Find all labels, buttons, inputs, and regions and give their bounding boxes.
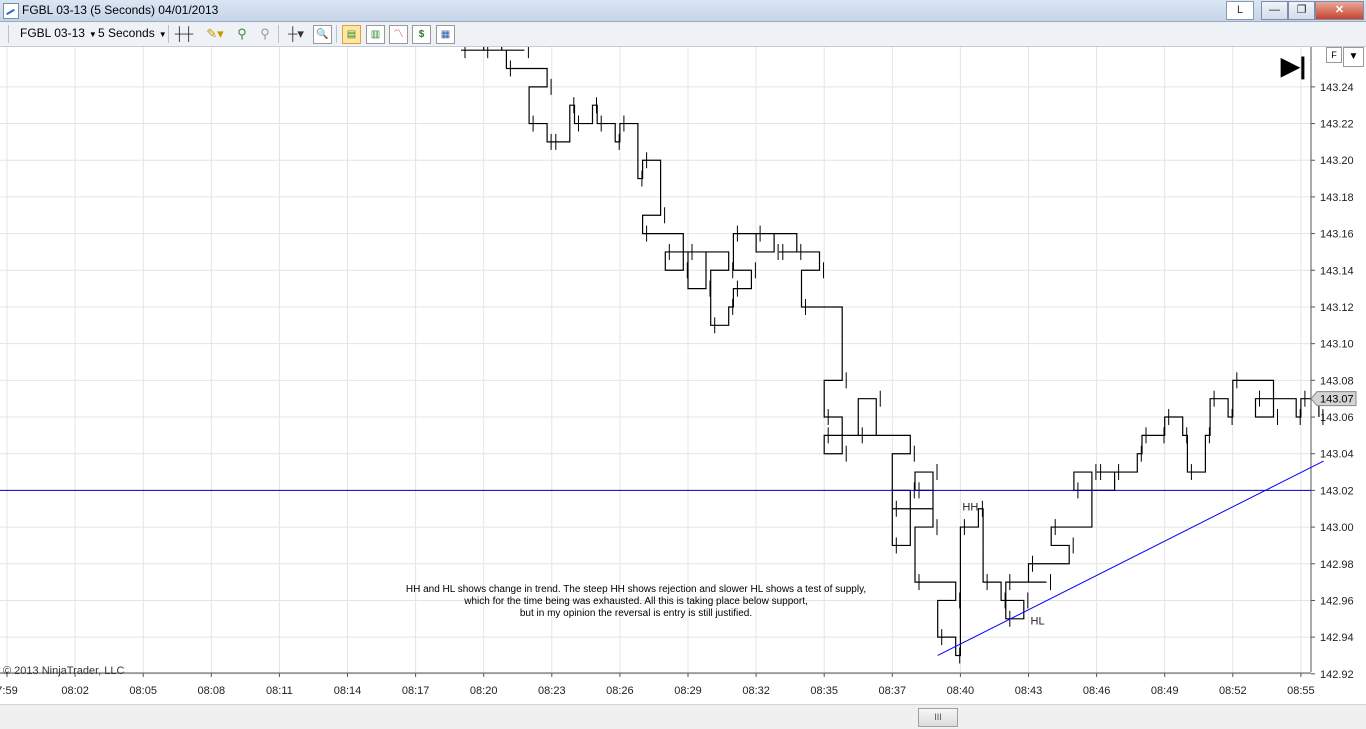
toolbar-grip [8,25,9,43]
indicators-icon[interactable]: 〽 [389,25,408,44]
window-title: FGBL 03-13 (5 Seconds) 04/01/2013 [22,3,219,17]
x-tick-label: 08:26 [606,685,634,697]
copyright-text: © 2013 NinjaTrader, LLC [3,665,124,677]
y-tick-label: 143.02 [1320,485,1354,497]
x-tick-label: 08:37 [879,685,907,697]
grid [0,47,1311,675]
x-tick-label: 08:11 [266,685,293,697]
y-tick-label: 143.00 [1320,522,1354,534]
x-tick-label: 08:14 [334,685,362,697]
x-tick-label: 08:29 [674,685,702,697]
drawing-objects[interactable] [0,460,1324,656]
x-tick-label: 08:20 [470,685,498,697]
toolbar-separator [168,25,169,43]
annotation-text: HH and HL shows change in trend. The ste… [406,584,866,619]
y-tick-label: 142.94 [1320,632,1354,644]
minimize-button[interactable]: — [1261,1,1288,20]
properties-icon[interactable]: ▦ [436,25,455,44]
last-price-label: 143.07 [1320,394,1354,406]
dollar-icon[interactable]: $ [412,25,431,44]
interval-label: 5 Seconds [98,26,155,40]
instrument-label: FGBL 03-13 [20,26,85,40]
zoom-out-icon[interactable]: ⚲ [257,25,273,42]
ninjatrader-app-icon [3,3,19,19]
toolbar-separator [278,25,279,43]
x-tick-label: 08:02 [61,685,89,697]
strategy-icon[interactable]: ▥ [366,25,385,44]
chevron-down-icon: ▼ [88,30,97,39]
y-tick-label: 143.18 [1320,192,1354,204]
drawing-pencil-icon[interactable]: ✎▾ [204,25,226,42]
x-tick-label: 08:23 [538,685,566,697]
y-tick-label: 143.20 [1320,155,1354,167]
chart-trader-icon[interactable]: ▤ [342,25,361,44]
bar-type-icon[interactable]: ┼┼ [174,25,194,42]
chart-toolbar: FGBL 03-13 ▼ 5 Seconds ▼ ┼┼ ✎▾ ⚲ ⚲ ┼▾ 🔍 ▤ … [0,22,1366,47]
window-title-bar[interactable]: FGBL 03-13 (5 Seconds) 04/01/2013 L — ❐ … [0,0,1366,22]
x-tick-label: 08:43 [1015,685,1043,697]
y-tick-label: 143.14 [1320,265,1354,277]
y-tick-label: 143.12 [1320,302,1354,314]
crosshair-icon[interactable]: ┼▾ [284,25,308,42]
f-button[interactable]: F [1326,47,1342,63]
x-tick-label: 08:40 [947,685,975,697]
last-price-marker: 143.07 [1310,391,1357,407]
chart-canvas[interactable]: 143.24 143.22 143.20 143.18 143.16 143.14 143.… [0,23,1366,703]
y-tick-label: 142.96 [1320,595,1354,607]
interval-selector[interactable]: 5 Seconds ▼ [98,26,167,40]
maximize-button[interactable]: ❐ [1288,1,1315,20]
x-tick-label: 08:46 [1083,685,1111,697]
jump-to-end-icon[interactable]: ▶| [1281,55,1306,79]
toolbar-separator [336,25,337,43]
y-tick-label: 142.92 [1320,669,1354,681]
y-tick-label: 143.08 [1320,375,1354,387]
x-tick-label: 08:05 [129,685,157,697]
annotation-line: which for the time being was exhausted. … [463,596,808,607]
horizontal-scrollbar[interactable]: III [0,704,1366,729]
y-tick-label: 142.98 [1320,559,1354,571]
close-button[interactable]: ✕ [1315,1,1364,20]
y-tick-label: 143.04 [1320,449,1354,461]
y-tick-label: 143.24 [1320,82,1354,94]
chevron-down-icon: ▼ [158,30,167,39]
y-axis: 143.24 143.22 143.20 143.18 143.16 143.14 143.… [1311,82,1354,681]
zoom-in-icon[interactable]: ⚲ [234,25,250,42]
x-tick-label: 08:08 [198,685,226,697]
x-tick-label: 08:32 [742,685,770,697]
x-tick-label: 08:17 [402,685,430,697]
magnifier-icon[interactable]: 🔍 [313,25,332,44]
y-tick-label: 143.22 [1320,119,1354,131]
scrollbar-thumb[interactable]: III [918,708,958,727]
annotation-line: but in my opinion the reversal is entry … [520,608,752,619]
x-tick-label: 08:49 [1151,685,1179,697]
x-tick-label: 08:35 [810,685,838,697]
y-tick-label: 143.10 [1320,339,1354,351]
x-tick-label: 08:55 [1287,685,1315,697]
panel-dropdown-button[interactable]: ▼ [1343,47,1364,67]
link-button[interactable]: L [1226,1,1254,20]
y-tick-label: 143.06 [1320,412,1354,424]
y-tick-label: 143.16 [1320,229,1354,241]
instrument-selector[interactable]: FGBL 03-13 ▼ [20,26,97,40]
swing-label: HL [1031,615,1045,627]
swing-label: HH [962,502,978,514]
x-axis: 7:59 08:02 08:05 08:08 08:11 08:14 08:17 08:20 0… [0,673,1315,697]
price-chart[interactable]: 143.24 143.22 143.20 143.18 143.16 143.14 143.… [0,23,1366,703]
annotation-line: HH and HL shows change in trend. The ste… [406,584,866,595]
x-tick-label: 7:59 [0,685,18,697]
x-tick-label: 08:52 [1219,685,1247,697]
